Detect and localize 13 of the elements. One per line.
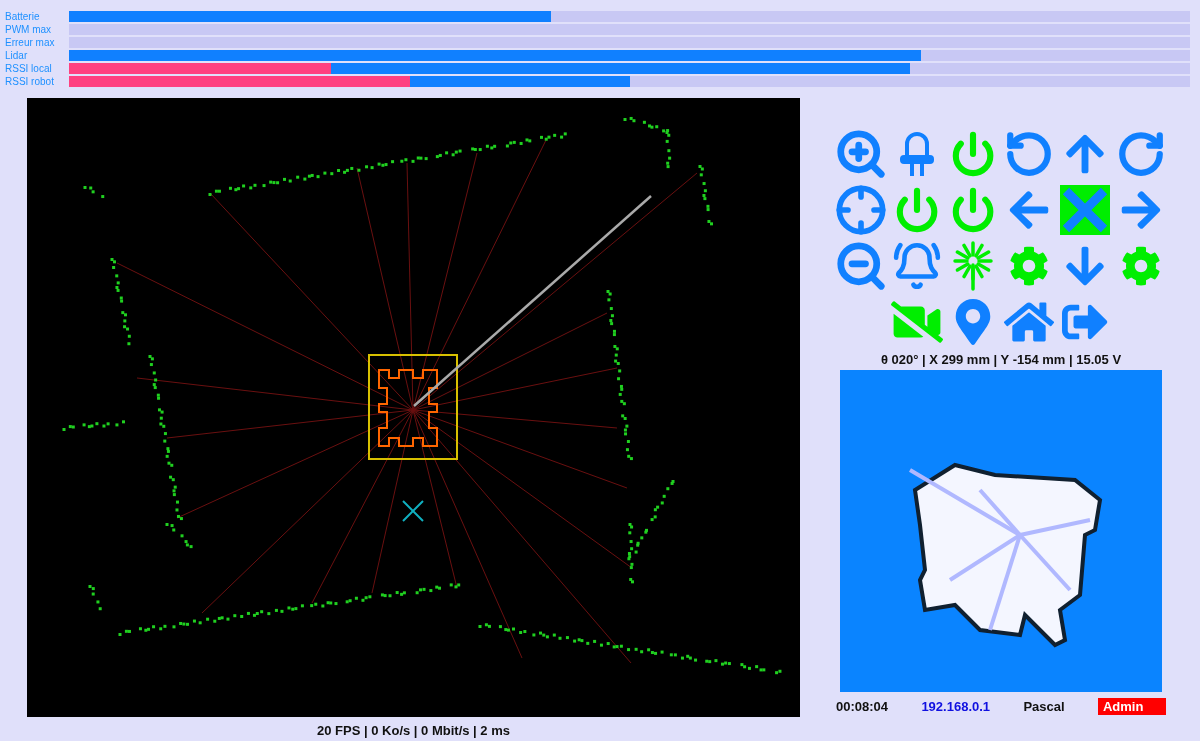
cross-button[interactable]	[1057, 182, 1113, 238]
ip-address: 192.168.0.1	[921, 699, 991, 714]
gauge-label: PWM max	[5, 23, 53, 35]
network-stats: 20 FPS | 0 Ko/s | 0 Mbit/s | 2 ms	[317, 723, 510, 738]
gauge-label: RSSI local	[5, 62, 53, 74]
robot-pose: θ 020° | X 299 mm | Y -154 mm | 15.05 V	[880, 352, 1122, 367]
role-badge: Admin	[1097, 698, 1166, 715]
user-name: Pascal	[1023, 699, 1065, 714]
gauge-label: Lidar	[5, 49, 29, 61]
gauge-label: Batterie	[5, 10, 41, 22]
gauge-label: RSSI robot	[5, 75, 55, 87]
uptime: 00:08:04	[836, 699, 889, 714]
gauge-label: Erreur max	[5, 36, 56, 48]
